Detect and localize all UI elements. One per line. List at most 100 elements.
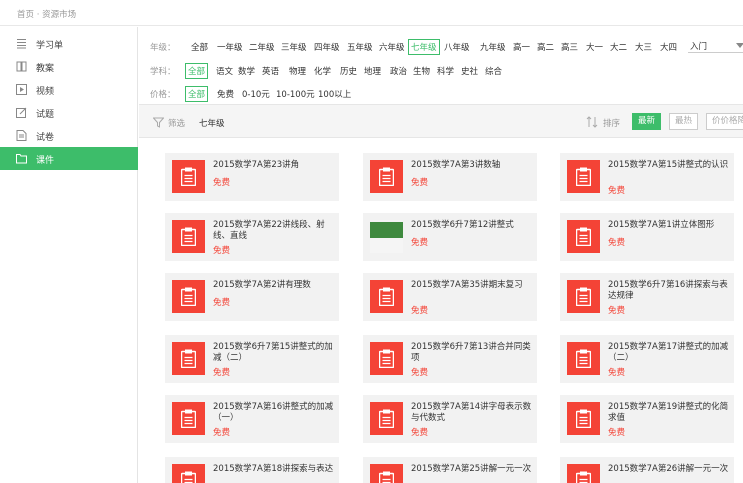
courseware-thumbnail xyxy=(172,280,205,313)
resource-title[interactable]: 2015数学7A第1讲立体图形 xyxy=(608,220,730,231)
subject-option-2[interactable]: 数学 xyxy=(236,64,257,78)
subject-option-0[interactable]: 全部 xyxy=(185,63,209,79)
resource-title[interactable]: 2015数学7A第14讲字母表示数与代数式 xyxy=(411,402,533,424)
resource-title[interactable]: 2015数学7A第2讲有理数 xyxy=(213,280,335,291)
grade-option-7[interactable]: 七年级 xyxy=(408,39,440,55)
courseware-thumbnail xyxy=(567,220,600,253)
resource-card[interactable]: 2015数学6升7第16讲探索与表达规律 免费 xyxy=(560,273,734,321)
resource-title[interactable]: 2015数学7A第18讲探索与表达 xyxy=(213,464,335,475)
chevron-down-icon xyxy=(736,43,743,48)
sidebar-item-2[interactable]: 视频 xyxy=(0,78,138,101)
grade-option-6[interactable]: 六年级 xyxy=(377,40,407,54)
grade-option-12[interactable]: 高三 xyxy=(559,40,580,54)
resource-card[interactable]: 2015数学6升7第12讲整式 免费 xyxy=(363,213,537,261)
sort-icon[interactable] xyxy=(586,116,598,128)
subject-option-6[interactable]: 历史 xyxy=(338,64,359,78)
resource-card[interactable]: 2015数学7A第2讲有理数 免费 xyxy=(165,273,339,321)
filter-icon[interactable] xyxy=(153,117,164,128)
document-icon xyxy=(16,130,27,141)
grade-option-14[interactable]: 大二 xyxy=(608,40,629,54)
resource-card[interactable]: 2015数学6升7第15讲整式的加减（二） 免费 xyxy=(165,335,339,383)
price-option-1[interactable]: 免费 xyxy=(215,87,236,101)
resource-price: 免费 xyxy=(213,368,231,378)
resource-title[interactable]: 2015数学7A第23讲角 xyxy=(213,160,335,171)
resource-title[interactable]: 2015数学6升7第13讲合并同类项 xyxy=(411,342,533,364)
sort-newest-button[interactable]: 最新 xyxy=(632,113,662,130)
subject-option-5[interactable]: 化学 xyxy=(312,64,333,78)
grade-option-8[interactable]: 八年级 xyxy=(442,40,472,54)
resource-title[interactable]: 2015数学7A第15讲整式的认识 xyxy=(608,160,730,171)
resource-title[interactable]: 2015数学7A第3讲数轴 xyxy=(411,160,533,171)
grade-option-0[interactable]: 全部 xyxy=(189,40,210,54)
grade-option-15[interactable]: 大三 xyxy=(633,40,654,54)
sidebar-item-5[interactable]: 课件 xyxy=(0,147,138,170)
resource-card[interactable]: 2015数学7A第22讲线段、射线、直线 免费 xyxy=(165,213,339,261)
resource-card[interactable]: 2015数学7A第18讲探索与表达 xyxy=(165,457,339,483)
resource-title[interactable]: 2015数学7A第16讲整式的加减（一） xyxy=(213,402,335,424)
sidebar-item-label: 试题 xyxy=(36,110,55,120)
resource-title[interactable]: 2015数学6升7第12讲整式 xyxy=(411,220,533,231)
grade-option-2[interactable]: 二年级 xyxy=(247,40,277,54)
resource-card[interactable]: 2015数学7A第17讲整式的加减（二） 免费 xyxy=(560,335,734,383)
sidebar-item-3[interactable]: 试题 xyxy=(0,101,138,124)
resource-title[interactable]: 2015数学7A第19讲整式的化简求值 xyxy=(608,402,730,424)
resource-card[interactable]: 2015数学7A第23讲角 免费 xyxy=(165,153,339,201)
sidebar: 学习单 教案 视频试题试卷 课件 xyxy=(0,27,138,483)
grade-option-16[interactable]: 大四 xyxy=(658,40,679,54)
resource-price: 免费 xyxy=(213,428,231,438)
grade-option-9[interactable]: 九年级 xyxy=(478,40,508,54)
resource-card[interactable]: 2015数学7A第26讲解一元一次 xyxy=(560,457,734,483)
sort-price-button[interactable]: 价价格降 xyxy=(706,113,743,130)
subject-option-4[interactable]: 物理 xyxy=(287,64,308,78)
subject-option-12[interactable]: 综合 xyxy=(483,64,504,78)
resource-card[interactable]: 2015数学7A第19讲整式的化简求值 免费 xyxy=(560,395,734,443)
resource-price: 免费 xyxy=(411,428,429,438)
resource-card[interactable]: 2015数学7A第3讲数轴 免费 xyxy=(363,153,537,201)
resource-card[interactable]: 2015数学7A第14讲字母表示数与代数式免费 xyxy=(363,395,537,443)
grade-option-5[interactable]: 五年级 xyxy=(345,40,375,54)
sidebar-item-1[interactable]: 教案 xyxy=(0,55,138,78)
grade-option-10[interactable]: 高一 xyxy=(511,40,532,54)
filter-label[interactable]: 筛选 xyxy=(168,117,185,129)
subject-option-8[interactable]: 政治 xyxy=(388,64,409,78)
resource-card[interactable]: 2015数学7A第35讲期末复习 免费 xyxy=(363,273,537,321)
subject-option-11[interactable]: 史社 xyxy=(459,64,480,78)
grade-option-1[interactable]: 一年级 xyxy=(215,40,245,54)
price-option-4[interactable]: 100以上 xyxy=(316,87,353,101)
resource-title[interactable]: 2015数学7A第26讲解一元一次 xyxy=(608,464,730,475)
grade-option-4[interactable]: 四年级 xyxy=(312,40,342,54)
level-dropdown[interactable]: 入门 xyxy=(688,39,743,53)
price-option-2[interactable]: 0-10元 xyxy=(240,87,272,101)
sidebar-item-4[interactable]: 试卷 xyxy=(0,124,138,147)
breadcrumb[interactable]: 首页 · 资源市场 xyxy=(17,8,76,20)
grade-option-3[interactable]: 三年级 xyxy=(279,40,309,54)
resource-title[interactable]: 2015数学7A第25讲解一元一次 xyxy=(411,464,533,475)
resource-card[interactable]: 2015数学7A第16讲整式的加减（一） 免费 xyxy=(165,395,339,443)
resource-title[interactable]: 2015数学7A第35讲期末复习 xyxy=(411,280,533,291)
price-option-3[interactable]: 10-100元 xyxy=(274,87,317,101)
price-filter-row: 价格： 全部 免费 0-10元 10-100元 100以上 xyxy=(150,85,743,102)
subject-option-10[interactable]: 科学 xyxy=(435,64,456,78)
subject-option-1[interactable]: 语文 xyxy=(214,64,235,78)
document-icon xyxy=(181,349,196,368)
sidebar-item-0[interactable]: 学习单 xyxy=(0,32,138,55)
sort-hottest-button[interactable]: 最热 xyxy=(669,113,699,130)
resource-card[interactable]: 2015数学7A第15讲整式的认识 免费 xyxy=(560,153,734,201)
resource-card[interactable]: 2015数学7A第25讲解一元一次 xyxy=(363,457,537,483)
resource-card[interactable]: 2015数学6升7第13讲合并同类项 免费 xyxy=(363,335,537,383)
resource-card[interactable]: 2015数学7A第1讲立体图形 免费 xyxy=(560,213,734,261)
courseware-thumbnail xyxy=(370,464,403,483)
resource-price: 免费 xyxy=(213,298,231,308)
price-option-0[interactable]: 全部 xyxy=(185,86,209,102)
courseware-thumbnail xyxy=(567,402,600,435)
resource-title[interactable]: 2015数学6升7第16讲探索与表达规律 xyxy=(608,280,730,302)
subject-option-7[interactable]: 地理 xyxy=(362,64,383,78)
resource-title[interactable]: 2015数学7A第22讲线段、射线、直线 xyxy=(213,220,335,242)
grade-option-11[interactable]: 高二 xyxy=(535,40,556,54)
resource-title[interactable]: 2015数学6升7第15讲整式的加减（二） xyxy=(213,342,335,364)
book-icon xyxy=(16,61,27,72)
subject-option-3[interactable]: 英语 xyxy=(260,64,281,78)
resource-title[interactable]: 2015数学7A第17讲整式的加减（二） xyxy=(608,342,730,364)
subject-option-9[interactable]: 生物 xyxy=(411,64,432,78)
grade-option-13[interactable]: 大一 xyxy=(584,40,605,54)
